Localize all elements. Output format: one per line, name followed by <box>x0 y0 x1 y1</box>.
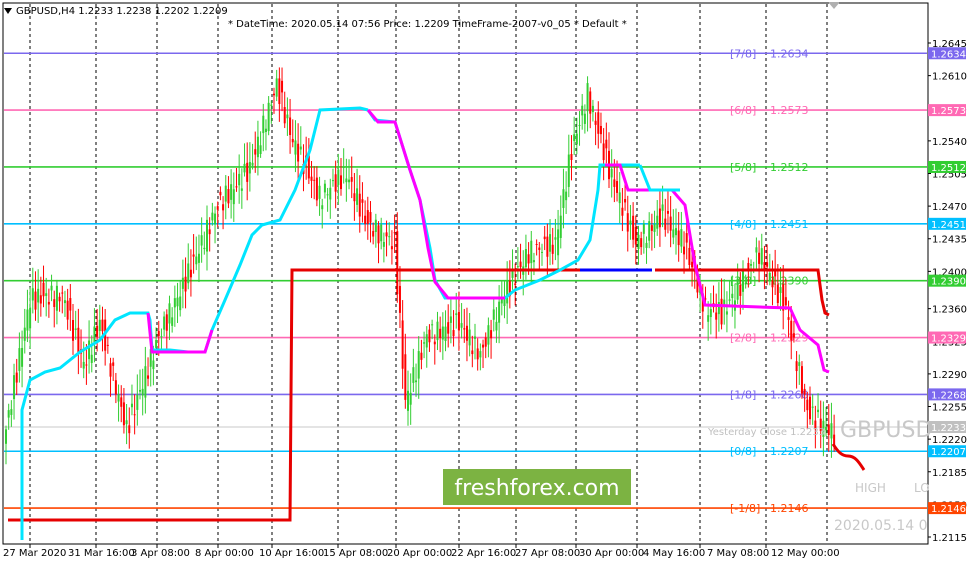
low-label: LO <box>914 481 930 495</box>
high-label: HIGH <box>855 481 886 495</box>
price-tick-label-3: 1.2540 <box>932 137 967 148</box>
price-tag-1: 1.2573 <box>928 104 966 117</box>
time-label-0: 27 Mar 2020 <box>3 548 66 559</box>
symbol-watermark: GBPUSD <box>840 418 932 443</box>
chart-menu-icon[interactable] <box>4 8 12 14</box>
time-label-6: 20 Apr 00:00 <box>387 548 452 559</box>
plot-area[interactable] <box>2 2 929 545</box>
price-tag-6: 1.2268 <box>928 388 966 401</box>
time-axis: 27 Mar 2020 31 Mar 16:003 Apr 08:00 8 Apr … <box>3 544 840 559</box>
price-tick-label-5: 1.2470 <box>932 202 967 213</box>
expand-down-icon[interactable] <box>827 1 841 11</box>
time-label-5: 15 Apr 08:00 <box>323 548 388 559</box>
level-label-2: [5/8] <box>730 161 756 174</box>
price-tick-label-13: 1.2185 <box>932 468 967 479</box>
svg-text:1.2390: 1.2390 <box>931 277 966 288</box>
svg-text:1.2146: 1.2146 <box>931 504 966 515</box>
time-label-11: 7 May 08:00 <box>707 548 769 559</box>
brand-logo: freshforex.com <box>443 469 631 505</box>
price-tag-3: 1.2451 <box>928 217 966 231</box>
price-tag-0: 1.2634 <box>928 47 966 60</box>
price-tick-label-6: 1.2435 <box>932 235 967 246</box>
price-tick-label-8: 1.2360 <box>932 305 967 316</box>
level-value-0: 1.2634 <box>770 47 809 60</box>
yesterday-close-label: Yesterday Close 1.2233 <box>707 427 825 438</box>
svg-text:1.2268: 1.2268 <box>931 390 966 401</box>
brand-text: freshforex.com <box>454 476 619 501</box>
price-tag-4: 1.2390 <box>928 274 966 288</box>
level-label-3: [4/8] <box>730 218 756 231</box>
level-value-2: 1.2512 <box>770 161 809 174</box>
footer-date: 2020.05.14 0 <box>834 518 928 534</box>
price-tick-label-12: 1.2220 <box>932 435 967 446</box>
level-label-0: [7/8] <box>730 47 756 60</box>
level-value-3: 1.2451 <box>770 218 809 231</box>
svg-text:1.2329: 1.2329 <box>931 334 966 345</box>
price-tick-label-11: 1.2255 <box>932 403 967 414</box>
time-label-7: 22 Apr 16:00 <box>451 548 516 559</box>
svg-text:1.2634: 1.2634 <box>931 49 966 60</box>
level-value-4: 1.2390 <box>770 275 809 288</box>
level-label-1: [6/8] <box>730 104 756 117</box>
time-label-3: 8 Apr 00:00 <box>195 548 254 559</box>
time-label-2: 3 Apr 08:00 <box>131 548 190 559</box>
price-tick-label-1: 1.2610 <box>932 72 967 83</box>
time-label-10: 4 May 16:00 <box>643 548 705 559</box>
time-label-4: 10 Apr 16:00 <box>259 548 324 559</box>
level-label-7: [0/8] <box>730 445 756 458</box>
symbol-info: GBPUSD,H4 1.2233 1.2238 1.2202 1.2209 <box>16 6 228 17</box>
price-chart[interactable]: [7/8] 1.2634 [6/8] 1.2573 [5/8] 1.2512 [4/8] 1.… <box>0 0 970 565</box>
price-tag-8: 1.2207 <box>928 445 966 458</box>
time-label-12: 12 May 00:00 <box>771 548 840 559</box>
time-label-1: 31 Mar 16:00 <box>68 548 135 559</box>
price-tag-5: 1.2329 <box>928 331 966 345</box>
price-axis: 1.26451.26101.25751.25401.25051.24701.24… <box>928 39 967 544</box>
price-tag-9: 1.2146 <box>928 502 966 515</box>
level-value-8: 1.2146 <box>770 502 809 515</box>
price-tick-label-10: 1.2290 <box>932 370 967 381</box>
chart-window[interactable]: [7/8] 1.2634 [6/8] 1.2573 [5/8] 1.2512 [4/8] 1.… <box>0 0 970 565</box>
price-tag-2: 1.2512 <box>928 160 966 174</box>
indicator-info-line: * DateTime: 2020.05.14 07:56 Price: 1.22… <box>228 19 627 30</box>
level-value-7: 1.2207 <box>770 445 809 458</box>
time-label-8: 27 Apr 08:00 <box>515 548 580 559</box>
level-label-5: [2/8] <box>730 332 756 345</box>
svg-text:1.2451: 1.2451 <box>931 220 966 231</box>
level-value-1: 1.2573 <box>770 104 809 117</box>
svg-text:1.2512: 1.2512 <box>931 163 966 174</box>
price-tag-7: 1.2233 <box>928 421 966 434</box>
svg-text:1.2233: 1.2233 <box>931 423 966 434</box>
candle-297 <box>800 361 803 399</box>
svg-text:1.2573: 1.2573 <box>931 106 966 117</box>
svg-text:1.2207: 1.2207 <box>931 447 966 458</box>
level-label-8: [-1/8] <box>730 502 760 515</box>
time-label-9: 30 Apr 00:00 <box>579 548 644 559</box>
price-tick-label-15: 1.2115 <box>932 533 967 544</box>
level-label-6: [1/8] <box>730 388 756 401</box>
